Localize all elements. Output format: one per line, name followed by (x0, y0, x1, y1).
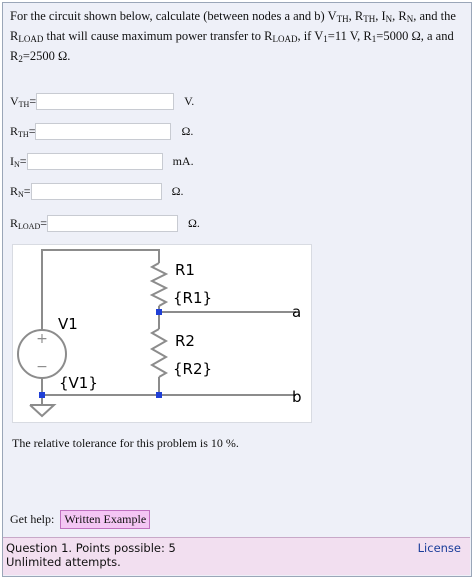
vth-row: VTH= V. (10, 92, 194, 110)
question-panel: For the circuit shown below, calculate (… (2, 2, 472, 577)
rn-label: RN= (10, 183, 31, 199)
rth-input[interactable] (35, 122, 172, 140)
question-footer: Question 1. Points possible: 5 Unlimited… (3, 537, 470, 575)
r1-param: {R1} (173, 289, 212, 307)
rload-label: RLOAD= (10, 215, 48, 231)
rn-row: RN= Ω. (10, 182, 184, 200)
node-b-label: b (292, 388, 302, 406)
v1-param: {V1} (59, 374, 98, 392)
question-info: Question 1. Points possible: 5 Unlimited… (6, 541, 176, 569)
circuit-diagram: + − R1 {R1} R2 {R2} V1 {V1} a b (12, 244, 312, 423)
vth-label: VTH= (10, 93, 37, 109)
r1-resistor (149, 262, 169, 307)
r2-label: R2 (175, 332, 195, 350)
ground-node-dot (39, 392, 45, 398)
rn-unit: Ω. (171, 183, 184, 198)
rth-label: RTH= (10, 123, 36, 139)
rload-input[interactable] (47, 214, 179, 232)
minus-sign: − (36, 359, 48, 375)
points-info: Question 1. Points possible: 5 (6, 541, 176, 555)
in-unit: mA. (172, 153, 194, 168)
license-link[interactable]: License (418, 541, 461, 555)
help-label: Get help: (10, 512, 55, 526)
tolerance-text: The relative tolerance for this problem … (12, 436, 239, 450)
question-text: For the circuit shown below, calculate (… (10, 9, 456, 64)
written-example-button[interactable]: Written Example (60, 510, 151, 529)
in-input[interactable] (26, 152, 163, 170)
plus-sign: + (36, 331, 48, 347)
node-b-dot (156, 392, 162, 398)
vth-unit: V. (184, 93, 195, 108)
v1-label: V1 (58, 315, 78, 333)
ground-icon (29, 404, 57, 418)
node-a-label: a (292, 303, 301, 321)
help-row: Get help: Written Example (10, 510, 151, 529)
r2-param: {R2} (173, 360, 212, 378)
r1-label: R1 (175, 261, 195, 279)
rth-row: RTH= Ω. (10, 122, 193, 140)
rload-row: RLOAD= Ω. (10, 214, 200, 232)
in-row: IN= mA. (10, 152, 194, 170)
node-a-dot (156, 309, 162, 315)
rth-unit: Ω. (181, 123, 194, 138)
attempts-info: Unlimited attempts. (6, 555, 121, 569)
r2-resistor (149, 328, 169, 378)
vth-input[interactable] (36, 92, 175, 110)
rload-unit: Ω. (188, 215, 200, 230)
in-label: IN= (10, 153, 27, 169)
rn-input[interactable] (30, 182, 162, 200)
